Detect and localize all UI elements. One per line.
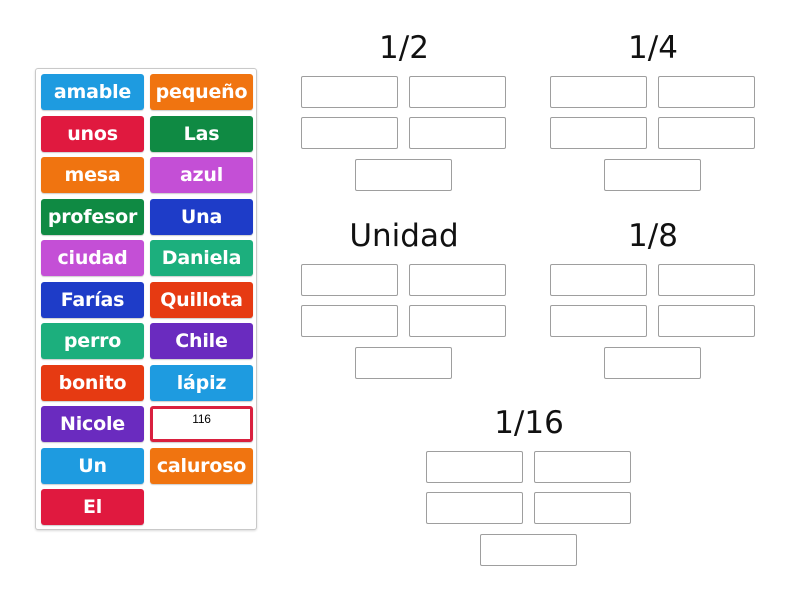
drop-slot[interactable] — [409, 305, 506, 337]
word-tile[interactable]: Las — [150, 115, 253, 152]
drop-slot[interactable] — [355, 159, 452, 191]
group-title: 1/16 — [494, 405, 564, 441]
word-tile[interactable]: Daniela — [150, 240, 253, 276]
drop-slot[interactable] — [409, 264, 506, 296]
drop-slot[interactable] — [604, 347, 701, 379]
drop-slot[interactable] — [550, 264, 647, 296]
group-title: 1/8 — [628, 218, 678, 254]
drop-slot[interactable] — [409, 117, 506, 149]
word-tile[interactable]: Farías — [41, 281, 144, 318]
drop-slot[interactable] — [534, 492, 631, 524]
word-tile[interactable]: pequeño — [150, 74, 253, 110]
word-bank: amable pequeño unos Las mesa azul profesor Una c… — [35, 68, 257, 530]
word-tile[interactable]: perro — [41, 323, 144, 359]
drop-slot[interactable] — [301, 76, 398, 108]
drop-slot[interactable] — [301, 264, 398, 296]
drop-slot[interactable] — [301, 305, 398, 337]
word-tile[interactable]: azul — [150, 157, 253, 193]
group-title: Unidad — [349, 218, 459, 254]
drop-slot[interactable] — [550, 305, 647, 337]
drop-slot[interactable] — [658, 117, 755, 149]
drop-slot[interactable] — [550, 117, 647, 149]
drop-slot[interactable] — [480, 534, 577, 566]
group-title: 1/2 — [379, 30, 429, 66]
drop-slot[interactable] — [604, 159, 701, 191]
group-title: 1/4 — [628, 30, 678, 66]
word-tile[interactable]: unos — [41, 115, 144, 152]
drop-slot[interactable] — [658, 264, 755, 296]
drop-slot[interactable] — [426, 492, 523, 524]
drop-slot[interactable] — [658, 76, 755, 108]
word-tile[interactable]: bonito — [41, 364, 144, 401]
word-tile[interactable]: Un — [41, 447, 144, 484]
drop-slot[interactable] — [355, 347, 452, 379]
word-tile[interactable]: El — [41, 489, 144, 525]
word-tile[interactable]: Nicole — [41, 406, 144, 442]
word-tile[interactable]: Una — [150, 198, 253, 235]
word-tile[interactable]: caluroso — [150, 447, 253, 484]
drop-slot[interactable] — [534, 451, 631, 483]
word-tile[interactable]: lápiz — [150, 364, 253, 401]
word-tile[interactable]: amable — [41, 74, 144, 110]
drop-slot[interactable] — [658, 305, 755, 337]
word-tile[interactable]: mesa — [41, 157, 144, 193]
drop-slot[interactable] — [409, 76, 506, 108]
word-tile[interactable]: Quillota — [150, 281, 253, 318]
drop-slot[interactable] — [550, 76, 647, 108]
word-tile[interactable]: profesor — [41, 198, 144, 235]
word-tile[interactable]: Chile — [150, 323, 253, 359]
word-tile[interactable]: ciudad — [41, 240, 144, 276]
drop-slot[interactable] — [426, 451, 523, 483]
drop-slot[interactable] — [301, 117, 398, 149]
tile-input[interactable]: 116 — [150, 406, 253, 442]
